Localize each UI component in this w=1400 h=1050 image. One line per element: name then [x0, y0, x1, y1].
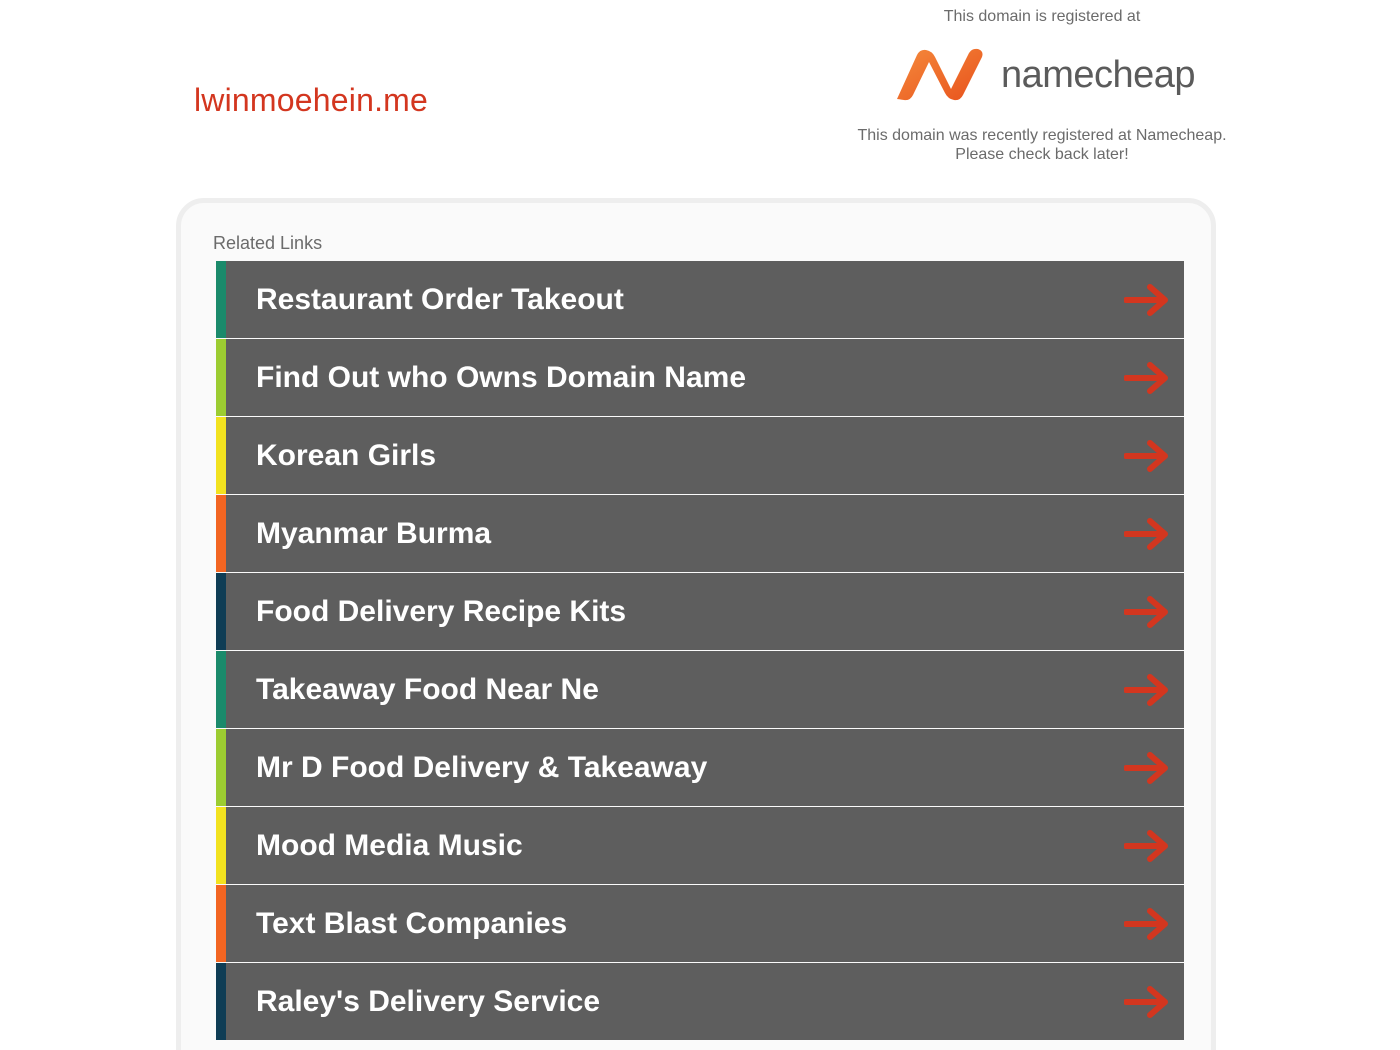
color-stripe — [216, 573, 226, 650]
related-link-label: Find Out who Owns Domain Name — [256, 360, 747, 394]
namecheap-logo[interactable]: namecheap — [842, 30, 1242, 120]
right-arrow-icon — [1124, 673, 1168, 706]
registration-note-line2: Please check back later! — [955, 146, 1129, 163]
color-stripe — [216, 729, 226, 806]
related-link-item[interactable]: Myanmar Burma — [216, 495, 1184, 572]
namecheap-n-icon — [896, 48, 983, 101]
registration-note: This domain was recently registered at N… — [842, 126, 1242, 164]
right-arrow-icon — [1124, 829, 1168, 862]
right-arrow-icon — [1124, 439, 1168, 472]
related-link-label: Myanmar Burma — [256, 516, 492, 550]
related-link-label: Food Delivery Recipe Kits — [256, 594, 627, 628]
right-arrow-icon — [1124, 985, 1168, 1018]
related-link-label: Raley's Delivery Service — [256, 984, 601, 1018]
related-link-label: Takeaway Food Near Ne — [256, 672, 599, 706]
related-link-item[interactable]: Text Blast Companies — [216, 885, 1184, 962]
namecheap-logo-text: namecheap — [1000, 53, 1196, 96]
related-links-heading: Related Links — [213, 233, 323, 253]
related-link-label: Mr D Food Delivery & Takeaway — [256, 750, 708, 784]
color-stripe — [216, 417, 226, 494]
related-link-item[interactable]: Food Delivery Recipe Kits — [216, 573, 1184, 650]
right-arrow-icon — [1124, 517, 1168, 550]
related-link-label: Korean Girls — [256, 438, 437, 472]
registrar-info: This domain is registered at namecheap T… — [842, 6, 1242, 164]
related-link-label: Restaurant Order Takeout — [256, 282, 624, 316]
related-link-item[interactable]: Raley's Delivery Service — [216, 963, 1184, 1040]
color-stripe — [216, 963, 226, 1040]
related-link-item[interactable]: Find Out who Owns Domain Name — [216, 339, 1184, 416]
color-stripe — [216, 339, 226, 416]
related-link-item[interactable]: Mr D Food Delivery & Takeaway — [216, 729, 1184, 806]
color-stripe — [216, 885, 226, 962]
related-link-item[interactable]: Restaurant Order Takeout — [216, 261, 1184, 338]
related-links-list: Restaurant Order Takeout Find Out who Own… — [216, 261, 1184, 1041]
domain-title-link[interactable]: lwinmoehein.me — [194, 80, 428, 120]
related-link-item[interactable]: Takeaway Food Near Ne — [216, 651, 1184, 728]
color-stripe — [216, 261, 226, 338]
right-arrow-icon — [1124, 283, 1168, 316]
related-link-label: Text Blast Companies — [256, 906, 568, 940]
related-links-panel: Related Links Restaurant Order Takeout Fi… — [176, 198, 1216, 1050]
color-stripe — [216, 495, 226, 572]
registered-at-text: This domain is registered at — [943, 8, 1141, 25]
right-arrow-icon — [1124, 361, 1168, 394]
related-link-label: Mood Media Music — [256, 828, 523, 862]
related-link-item[interactable]: Korean Girls — [216, 417, 1184, 494]
color-stripe — [216, 651, 226, 728]
right-arrow-icon — [1124, 907, 1168, 940]
parked-domain-page: lwinmoehein.me This domain is registered… — [0, 0, 1400, 1050]
right-arrow-icon — [1124, 595, 1168, 628]
registration-note-line1: This domain was recently registered at N… — [857, 127, 1227, 144]
color-stripe — [216, 807, 226, 884]
related-link-item[interactable]: Mood Media Music — [216, 807, 1184, 884]
right-arrow-icon — [1124, 751, 1168, 784]
